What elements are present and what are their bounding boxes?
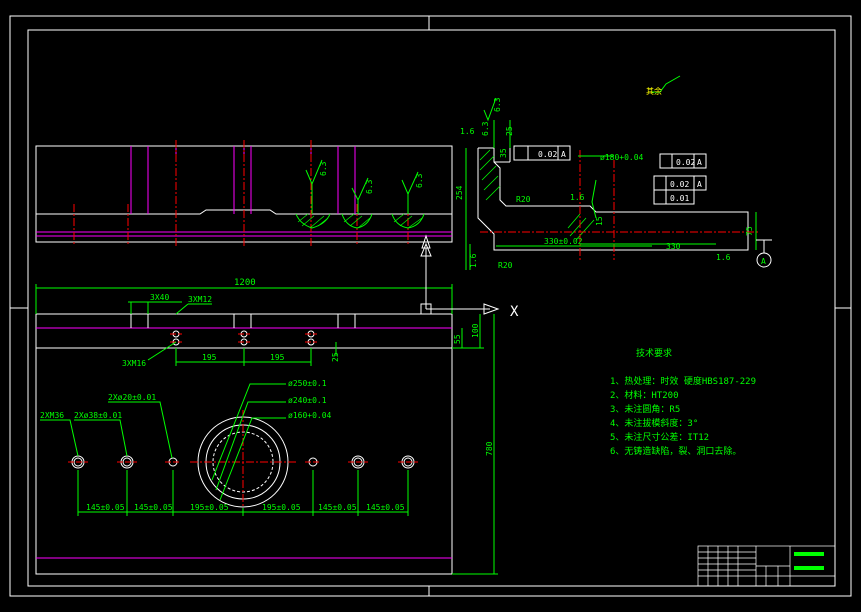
spacing-tol-dim: 195±0.05 [262, 503, 301, 512]
thread-label-m16: 3XM16 [122, 359, 146, 368]
roughness-value: 1.6 [716, 253, 731, 262]
technical-notes: 技术要求 1、热处理：时效 硬度HBS187-229 2、材料：HT200 3、… [610, 347, 756, 457]
spacing-dim: 195 [202, 353, 217, 362]
roughness-value: 6.3 [365, 179, 374, 194]
notes-item: 4、未注拔模斜度：3° [610, 417, 698, 429]
dim-25: 25 [331, 352, 340, 362]
notes-item: 3、未注圆角：R5 [610, 403, 680, 415]
dim-100: 100 [471, 323, 480, 338]
section-view: 0.02 A 0.02 A 0.02 A 0.01 A 其余 ø180+0.04… [455, 75, 772, 270]
roughness-value: 6.3 [319, 161, 328, 176]
dim-55: 55 [453, 334, 462, 344]
tol-value: 0.02 [676, 158, 695, 167]
notes-title: 技术要求 [636, 347, 672, 359]
roughness-value: 6.3 [481, 121, 490, 136]
spacing-tol-dim: 145±0.05 [134, 503, 173, 512]
title-block [697, 545, 836, 587]
notes-item: 6、无铸造缺陷，裂、洞口去除。 [610, 445, 741, 457]
dim-35: 35 [499, 148, 508, 158]
tol-datum: A [697, 180, 702, 189]
tol-datum: A [697, 158, 702, 167]
hole-label: 2XM36 [40, 411, 64, 420]
dia-label: ø180+0.04 [600, 153, 644, 162]
tol-datum: A [561, 150, 566, 159]
spacing-dim: 195 [270, 353, 285, 362]
spacing-tol-dim: 195±0.05 [190, 503, 229, 512]
roughness-value: 1.6 [469, 253, 478, 268]
roughness-value: 6.3 [415, 173, 424, 188]
datum-label: A [761, 257, 766, 266]
roughness-value: 6.3 [493, 97, 502, 112]
notes-item: 2、材料：HT200 [610, 389, 679, 401]
front-view: 6.3 6.3 6.3 [35, 140, 453, 300]
other-mark: 其余 [646, 86, 662, 96]
dim-330: 330±0.02 [544, 237, 583, 246]
dim-254: 254 [455, 185, 464, 200]
bore-label: ø160+0.04 [288, 411, 332, 420]
ucs-icon [420, 242, 500, 315]
dim-15: 15 [595, 216, 604, 226]
tol-value: 0.02 [538, 150, 557, 159]
roughness-value: 1.6 [570, 193, 585, 202]
hole-label: 2Xø20±0.01 [108, 393, 156, 402]
bore-label: ø250±0.1 [288, 379, 327, 388]
thread-label: 3XM12 [188, 295, 212, 304]
notes-item: 1、热处理：时效 硬度HBS187-229 [610, 375, 756, 387]
dim-75: 75 [745, 226, 754, 236]
slot-label: 3X40 [150, 293, 169, 302]
tol-value: 0.01 [670, 194, 689, 203]
dim-780: 780 [485, 441, 494, 456]
notes-item: 5、未注尺寸公差：IT12 [610, 431, 709, 443]
drawing-canvas: 6.3 6.3 6.3 1200 3X40 3XM12 3XM16 195 19… [9, 15, 852, 597]
spacing-tol-dim: 145±0.05 [366, 503, 405, 512]
radius-label: R20 [516, 195, 531, 204]
x-axis-label: X [510, 304, 519, 320]
top-view: 1200 3X40 3XM12 3XM16 195 195 25 55 100 … [35, 278, 498, 575]
roughness-value: 1.6 [460, 127, 475, 136]
spacing-tol-dim: 145±0.05 [86, 503, 125, 512]
spacing-tol-dim: 145±0.05 [318, 503, 357, 512]
overall-length-dim: 1200 [234, 278, 256, 288]
hole-label: 2Xø38±0.01 [74, 411, 122, 420]
bore-label: ø240±0.1 [288, 396, 327, 405]
tol-value: 0.02 [670, 180, 689, 189]
dim-25: 25 [505, 126, 514, 136]
radius-label: R20 [498, 261, 513, 270]
dim-330: 330 [666, 242, 681, 251]
